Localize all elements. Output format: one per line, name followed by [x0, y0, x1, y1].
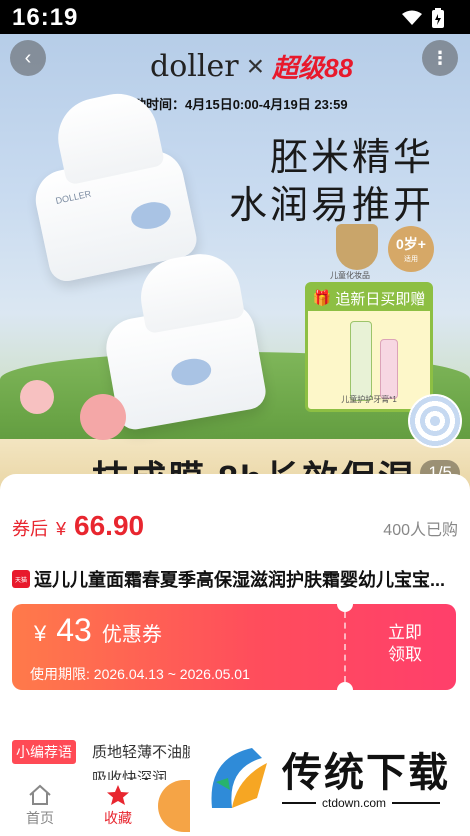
toothpaste-tube	[380, 339, 398, 399]
product-title: 逗儿儿童面霜春夏季高保湿滋润护肤霜婴幼儿宝宝...	[34, 570, 446, 590]
brand-logo-tmall: 超级88	[272, 53, 354, 83]
brand-cross: ×	[246, 49, 265, 83]
price-prefix: 券后	[12, 519, 48, 539]
coupon-card[interactable]: ¥ 43 优惠券 使用期限: 2026.04.13 ~ 2026.05.01 立…	[12, 604, 456, 690]
flower-decoration	[80, 394, 126, 440]
back-button[interactable]: ‹	[10, 40, 46, 76]
gift-icon: 🎁	[312, 290, 332, 307]
nav-home[interactable]: 首页	[10, 784, 70, 828]
editor-recommend-tag: 小编荐语	[12, 740, 76, 764]
price-currency: ¥	[56, 519, 67, 539]
jar-label: DOLLER	[54, 188, 93, 206]
gift-title: 追新日买即赠	[335, 290, 426, 308]
coupon-currency: ¥	[34, 621, 47, 646]
nav-home-label: 首页	[26, 810, 54, 826]
product-title-row: 天猫 逗儿儿童面霜春夏季高保湿滋润护肤霜婴幼儿宝宝...	[12, 566, 458, 592]
nav-favorites[interactable]: 收藏	[88, 784, 148, 828]
age-badge-text: 0岁+	[396, 236, 426, 252]
status-bar: 16:19	[0, 0, 470, 34]
age-badge: 0岁+ 适用	[388, 226, 434, 272]
chevron-left-icon: ‹	[24, 46, 32, 69]
child-cosmetic-shield-icon	[336, 224, 378, 270]
shield-label: 儿童化妆品	[330, 271, 370, 280]
claim-label-1: 立即	[388, 623, 422, 642]
activity-time: 活动时间：4月15日0:00-4月19日 23:59	[120, 97, 348, 112]
jar-cloud-decoration	[169, 355, 214, 389]
coupon-label: 优惠券	[101, 624, 162, 646]
brand-row: doller × 超级88	[150, 48, 353, 85]
jar-cloud-decoration	[128, 198, 174, 233]
nav-favorites-label: 收藏	[104, 810, 132, 826]
price-row: 券后 ¥ 66.90	[12, 510, 144, 542]
coupon-validity: 使用期限: 2026.04.13 ~ 2026.05.01	[30, 666, 250, 682]
gift-caption: 儿童护护牙膏*1	[341, 395, 397, 404]
wifi-icon	[402, 10, 422, 25]
gift-box-header: 🎁 追新日买即赠	[308, 285, 430, 311]
coupon-amount-row: ¥ 43 优惠券	[34, 612, 162, 649]
more-vertical-icon: ⋮	[431, 47, 449, 68]
claim-coupon-button[interactable]: 立即 领取	[360, 622, 450, 666]
watermark-title: 传统下载	[282, 751, 450, 795]
flower-decoration	[20, 380, 54, 414]
hero-headline-1: 胚米精华	[269, 137, 434, 179]
toothpaste-box	[350, 321, 372, 401]
coupon-notch-bottom	[337, 682, 353, 690]
age-badge-sub: 适用	[404, 256, 418, 263]
watermark-url: ctdown.com	[316, 796, 393, 810]
lollipop-decoration	[408, 394, 462, 448]
price-value: 66.90	[74, 510, 145, 541]
product-hero-banner[interactable]: ‹ ⋮ doller × 超级88 活动时间：4月15日0:00-4月19日 2…	[0, 34, 470, 500]
brand-logo-doller: doller	[150, 49, 239, 84]
star-icon	[107, 785, 129, 805]
coupon-notch-top	[337, 604, 353, 612]
coupon-divider	[344, 612, 346, 682]
more-button[interactable]: ⋮	[422, 40, 458, 76]
status-icons	[402, 8, 444, 28]
watermark: 传统下载 ctdown.com	[190, 730, 470, 836]
sold-count: 400人已购	[383, 522, 458, 539]
gift-box: 🎁 追新日买即赠 儿童护护牙膏*1	[305, 282, 433, 412]
status-time: 16:19	[12, 4, 79, 31]
claim-label-2: 领取	[388, 645, 422, 664]
watermark-logo-icon	[211, 748, 267, 808]
battery-icon	[432, 8, 444, 28]
coupon-amount: 43	[56, 612, 92, 648]
tmall-platform-icon: 天猫	[12, 570, 30, 588]
home-icon	[29, 784, 51, 805]
hero-headline-2: 水润易推开	[228, 185, 434, 227]
